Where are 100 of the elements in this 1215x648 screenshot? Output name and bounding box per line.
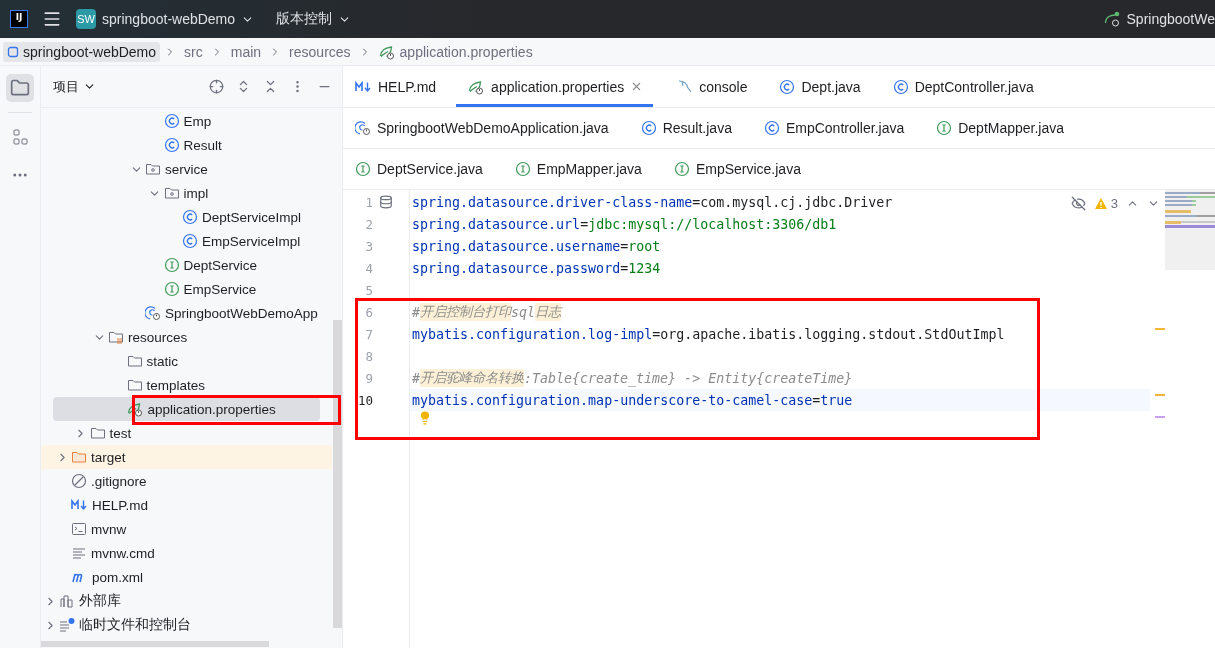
tree-item-label: static bbox=[146, 353, 178, 369]
tree-item[interactable]: 临时文件和控制台 bbox=[41, 613, 320, 637]
line-number: 3 bbox=[364, 237, 374, 256]
tree-item[interactable]: DeptService bbox=[41, 253, 320, 277]
c-circle-icon bbox=[163, 137, 180, 153]
line-number: 10 bbox=[356, 391, 374, 410]
tree-item[interactable]: Result bbox=[41, 133, 320, 157]
tree-item[interactable]: mvnw bbox=[41, 517, 320, 541]
editor-tab[interactable]: Dept.java bbox=[767, 66, 881, 107]
bars-icon bbox=[59, 593, 75, 609]
markdown-icon bbox=[355, 80, 372, 93]
tree-item[interactable]: static bbox=[41, 349, 320, 373]
tree-item[interactable]: pom.xml bbox=[41, 565, 320, 589]
leaf-icon bbox=[126, 401, 144, 417]
tree-item[interactable]: EmpServiceImpl bbox=[41, 229, 320, 253]
line-number: 9 bbox=[364, 369, 374, 388]
locate-icon[interactable] bbox=[209, 79, 224, 94]
bulb-icon[interactable] bbox=[418, 411, 432, 425]
module-icon bbox=[7, 45, 19, 58]
tree-item[interactable]: DeptServiceImpl bbox=[41, 205, 320, 229]
tree-item-label: pom.xml bbox=[92, 569, 143, 585]
code-line: #开启控制台打印sql 日志 bbox=[411, 302, 562, 323]
app-logo[interactable]: IJ bbox=[10, 10, 28, 28]
tree-item-label: application.properties bbox=[147, 401, 276, 417]
folder-lines-icon bbox=[108, 329, 124, 345]
tree-item-label: templates bbox=[146, 377, 206, 393]
i-circle-icon bbox=[163, 281, 180, 297]
i-circle-icon bbox=[163, 257, 180, 273]
eye-crossed-icon[interactable] bbox=[1070, 196, 1086, 211]
tree-item[interactable]: service bbox=[41, 157, 320, 181]
c-circle-icon bbox=[763, 120, 780, 136]
run-config-menu[interactable]: SpringbootWe bbox=[1103, 11, 1215, 27]
c-circle-icon bbox=[182, 209, 198, 225]
tree-item-label: EmpService bbox=[183, 281, 257, 297]
warning-count[interactable]: 3 bbox=[1093, 196, 1118, 211]
c-circle-icon bbox=[892, 78, 909, 95]
folder-icon bbox=[126, 353, 143, 369]
breadcrumb[interactable]: resources bbox=[285, 41, 355, 62]
folder-icon bbox=[89, 425, 106, 441]
tree-item[interactable]: HELP.md bbox=[41, 493, 320, 517]
tree-item-label: target bbox=[91, 449, 126, 465]
breadcrumb[interactable]: main bbox=[226, 41, 266, 62]
line-number: 8 bbox=[364, 347, 374, 366]
code-line: #开启驼峰命名转换:Table{create_time} -> Entity{createTime} bbox=[411, 368, 853, 389]
tree-item[interactable]: Emp bbox=[41, 109, 320, 133]
tree-item-label: service bbox=[165, 161, 208, 177]
scrollbar[interactable] bbox=[41, 641, 269, 647]
tree-item[interactable]: impl bbox=[41, 181, 320, 205]
c-circle-icon bbox=[779, 78, 796, 95]
editor-tab[interactable]: DeptService.java bbox=[355, 149, 503, 189]
c-circle-icon bbox=[163, 113, 180, 129]
lines-badge-icon bbox=[59, 617, 75, 633]
tree-item[interactable]: EmpService bbox=[41, 277, 320, 301]
breadcrumb[interactable]: springboot-webDemo bbox=[3, 41, 161, 62]
editor-tab[interactable]: EmpMapper.java bbox=[502, 149, 662, 189]
folder-icon bbox=[126, 377, 143, 393]
editor-tab[interactable]: console bbox=[665, 66, 768, 107]
tree-item-label: resources bbox=[128, 329, 188, 345]
project-menu[interactable]: SW springboot-webDemo bbox=[76, 9, 255, 29]
editor-tab[interactable]: DeptController.java bbox=[880, 66, 1054, 107]
editor-tab[interactable]: HELP.md bbox=[355, 66, 457, 107]
tree-item-label: DeptService bbox=[183, 257, 258, 273]
line-number: 6 bbox=[364, 303, 374, 322]
scrollbar[interactable] bbox=[333, 320, 342, 628]
breadcrumb[interactable]: application.properties bbox=[374, 41, 537, 62]
tree-item[interactable]: test bbox=[41, 421, 320, 445]
terminal-icon bbox=[71, 521, 87, 537]
tree-item[interactable]: .gitignore bbox=[41, 469, 320, 493]
tree-item-label: .gitignore bbox=[91, 473, 147, 489]
editor-tab[interactable]: application.properties bbox=[456, 66, 654, 107]
tree-item[interactable]: SpringbootWebDemoApp bbox=[41, 301, 320, 325]
tree-item[interactable]: mvnw.cmd bbox=[41, 541, 320, 565]
code-line: mybatis.configuration.log-impl=org.apache.ibatis.logging.stdout.StdOutImpl bbox=[411, 325, 1005, 344]
i-circle-icon bbox=[514, 161, 531, 177]
selected-tree-item[interactable]: application.properties bbox=[53, 397, 320, 421]
folder-icon[interactable] bbox=[6, 74, 34, 102]
slash-circle-icon bbox=[71, 473, 87, 489]
vcs-menu[interactable]: 版本控制 bbox=[276, 10, 352, 28]
code-line: spring.datasource.url=jdbc:mysql://localhost:3306/db1 bbox=[411, 215, 837, 234]
editor-tab[interactable]: EmpService.java bbox=[661, 149, 821, 189]
tree-item-label: impl bbox=[183, 185, 209, 201]
editor-tab[interactable]: EmpController.java bbox=[751, 108, 925, 148]
tree-item-label: HELP.md bbox=[92, 497, 149, 513]
code-line: spring.datasource.username=root bbox=[411, 237, 661, 256]
c-circle-run-icon bbox=[145, 305, 161, 321]
editor-tab[interactable]: Result.java bbox=[628, 108, 752, 148]
code-line: spring.datasource.driver-class-name=com.mysql.cj.jdbc.Driver bbox=[411, 193, 893, 212]
line-number: 4 bbox=[364, 259, 374, 278]
database-icon[interactable] bbox=[379, 195, 393, 209]
tree-item-label: test bbox=[109, 425, 132, 441]
editor-tab[interactable]: SpringbootWebDemoApplication.java bbox=[355, 108, 629, 148]
editor-tab[interactable]: DeptMapper.java bbox=[924, 108, 1085, 148]
menu-icon[interactable] bbox=[42, 9, 62, 29]
breadcrumb[interactable]: src bbox=[180, 41, 207, 62]
panel-title[interactable]: 项目 bbox=[53, 77, 96, 96]
leaf-icon bbox=[378, 43, 396, 60]
tree-item[interactable]: 外部库 bbox=[41, 589, 320, 613]
tree-item[interactable]: templates bbox=[41, 373, 320, 397]
tree-item[interactable]: resources bbox=[41, 325, 320, 349]
tree-item-label: mvnw.cmd bbox=[91, 545, 155, 561]
